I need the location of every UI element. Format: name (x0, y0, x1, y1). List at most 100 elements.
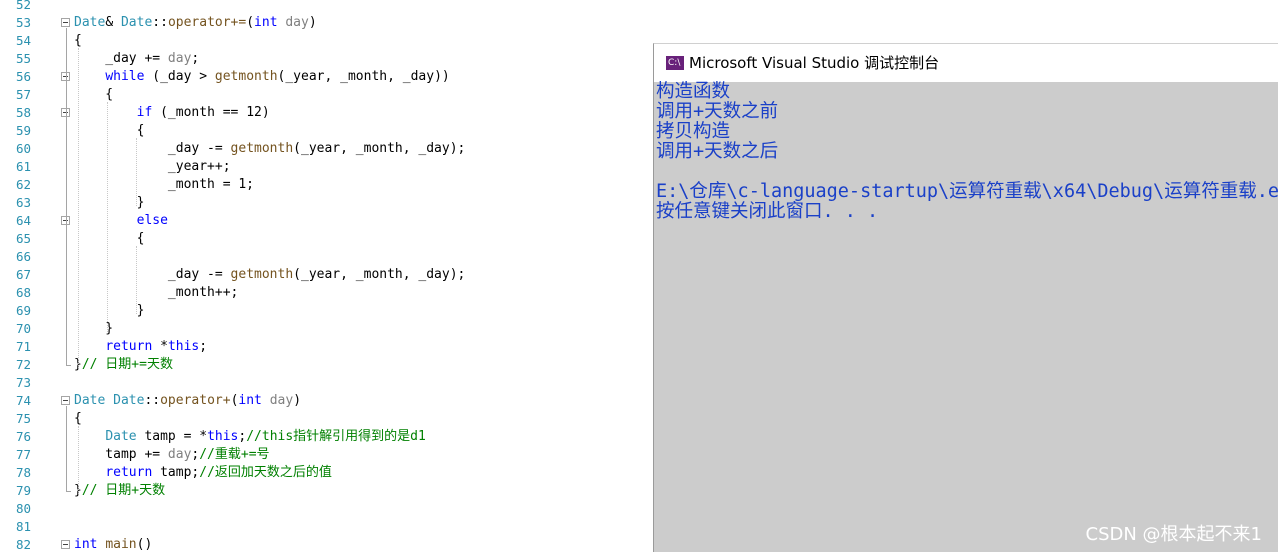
code-token: { (74, 87, 114, 102)
code-line[interactable]: 65 { (0, 230, 652, 248)
debug-console-window[interactable]: C:\ Microsoft Visual Studio 调试控制台 构造函数 调用… (653, 43, 1278, 552)
code-line[interactable]: 61 _year++; (0, 158, 652, 176)
code-line[interactable]: 78 return tamp;//返回加天数之后的值 (0, 464, 652, 482)
code-token: Date (74, 393, 106, 408)
code-line[interactable]: 76 Date tamp = *this;//this指针解引用得到的是d1 (0, 428, 652, 446)
console-output-line: 按任意键关闭此窗口. . . (656, 201, 879, 222)
line-number: 65 (15, 231, 31, 246)
line-number: 68 (15, 285, 31, 300)
code-text: Date& Date::operator+=(int day) (74, 14, 317, 32)
line-number: 62 (15, 177, 31, 192)
code-line[interactable]: 59 { (0, 122, 652, 140)
outline-rail (66, 28, 67, 365)
collapse-toggle-icon[interactable] (61, 540, 70, 549)
code-token: tamp = * (136, 429, 208, 444)
line-number: 58 (15, 105, 31, 120)
line-number: 79 (15, 483, 31, 498)
code-token: } (74, 303, 145, 318)
code-line[interactable]: 69 } (0, 302, 652, 320)
code-line[interactable]: 64 else (0, 212, 652, 230)
code-line[interactable]: 81 (0, 518, 652, 536)
code-token: (_year, _month, _day); (293, 267, 466, 282)
code-text: if (_month == 12) (74, 104, 270, 122)
code-line[interactable]: 52 (0, 0, 652, 14)
line-number: 73 (15, 375, 31, 390)
code-text: _day += day; (74, 50, 199, 68)
code-line[interactable]: 55 _day += day; (0, 50, 652, 68)
code-line[interactable]: 79}// 日期+天数 (0, 482, 652, 500)
line-number: 61 (15, 159, 31, 174)
code-text: Date Date::operator+(int day) (74, 392, 301, 410)
code-token: while (105, 69, 145, 84)
code-token: _day -= (74, 141, 231, 156)
code-token: :: (144, 393, 161, 408)
code-line[interactable]: 77 tamp += day;//重载+=号 (0, 446, 652, 464)
console-output-line: 调用+天数之前 (656, 101, 779, 122)
code-line[interactable]: 60 _day -= getmonth(_year, _month, _day)… (0, 140, 652, 158)
code-text: }// 日期+=天数 (74, 356, 173, 374)
code-token: { (74, 411, 82, 426)
code-token: // 日期+=天数 (81, 357, 173, 372)
console-titlebar[interactable]: C:\ Microsoft Visual Studio 调试控制台 (654, 44, 1278, 82)
code-line[interactable]: 63 } (0, 194, 652, 212)
code-line[interactable]: 74 Date Date::operator+(int day) (0, 392, 652, 410)
code-line[interactable]: 82 int main() (0, 536, 652, 554)
code-line[interactable]: 66 (0, 248, 652, 266)
code-line[interactable]: 72}// 日期+=天数 (0, 356, 652, 374)
code-token: int (238, 393, 262, 408)
code-line[interactable]: 57 { (0, 86, 652, 104)
code-token: { (74, 231, 145, 246)
code-text: else (74, 212, 168, 230)
code-line[interactable]: 70 } (0, 320, 652, 338)
line-number: 59 (15, 123, 31, 138)
code-line[interactable]: 53 Date& Date::operator+=(int day) (0, 14, 652, 32)
code-token: // 日期+天数 (81, 483, 166, 498)
code-editor[interactable]: 52 53 Date& Date::operator+=(int day) 54{55… (0, 0, 652, 552)
code-token: //重载+=号 (199, 447, 270, 462)
line-number: 66 (15, 249, 31, 264)
line-number: 80 (15, 501, 31, 516)
code-token: { (74, 123, 145, 138)
code-token: tamp += (74, 447, 168, 462)
code-token: tamp; (152, 465, 200, 480)
code-token: else (136, 213, 168, 228)
code-token: _month = 1; (74, 177, 255, 192)
code-text: _year++; (74, 158, 231, 176)
code-line[interactable]: 62 _month = 1; (0, 176, 652, 194)
code-text: { (74, 230, 145, 248)
code-token: _day += (74, 51, 168, 66)
code-line[interactable]: 73 (0, 374, 652, 392)
line-number: 63 (15, 195, 31, 210)
code-line[interactable]: 67 _day -= getmonth(_year, _month, _day)… (0, 266, 652, 284)
collapse-toggle-icon[interactable] (61, 18, 70, 27)
code-token: ) (293, 393, 302, 408)
line-number: 74 (15, 393, 31, 408)
code-token: if (136, 105, 153, 120)
code-token: day (285, 15, 309, 30)
code-line[interactable]: 56 while (_day > getmonth(_year, _month,… (0, 68, 652, 86)
code-line[interactable]: 68 _month++; (0, 284, 652, 302)
code-token: :: (152, 15, 168, 30)
console-output-line: E:\仓库\c-language-startup\运算符重载\x64\Debug… (656, 181, 1278, 202)
line-number: 55 (15, 51, 31, 66)
line-number: 71 (15, 339, 31, 354)
line-number: 57 (15, 87, 31, 102)
code-token: & (105, 15, 121, 30)
code-line[interactable]: 58 if (_month == 12) (0, 104, 652, 122)
code-text: _month++; (74, 284, 238, 302)
code-line[interactable]: 75 { (0, 410, 652, 428)
indent-guide (78, 48, 79, 368)
code-token: _year++; (74, 159, 231, 174)
code-line[interactable]: 54 { (0, 32, 652, 50)
line-number: 70 (15, 321, 31, 336)
code-line[interactable]: 80 (0, 500, 652, 518)
line-number: 77 (15, 447, 31, 462)
code-text: { (74, 122, 145, 140)
code-token: day (269, 393, 294, 408)
console-app-icon: C:\ (666, 56, 684, 70)
code-line[interactable]: 71 return *this; (0, 338, 652, 356)
collapse-toggle-icon[interactable] (61, 396, 70, 405)
